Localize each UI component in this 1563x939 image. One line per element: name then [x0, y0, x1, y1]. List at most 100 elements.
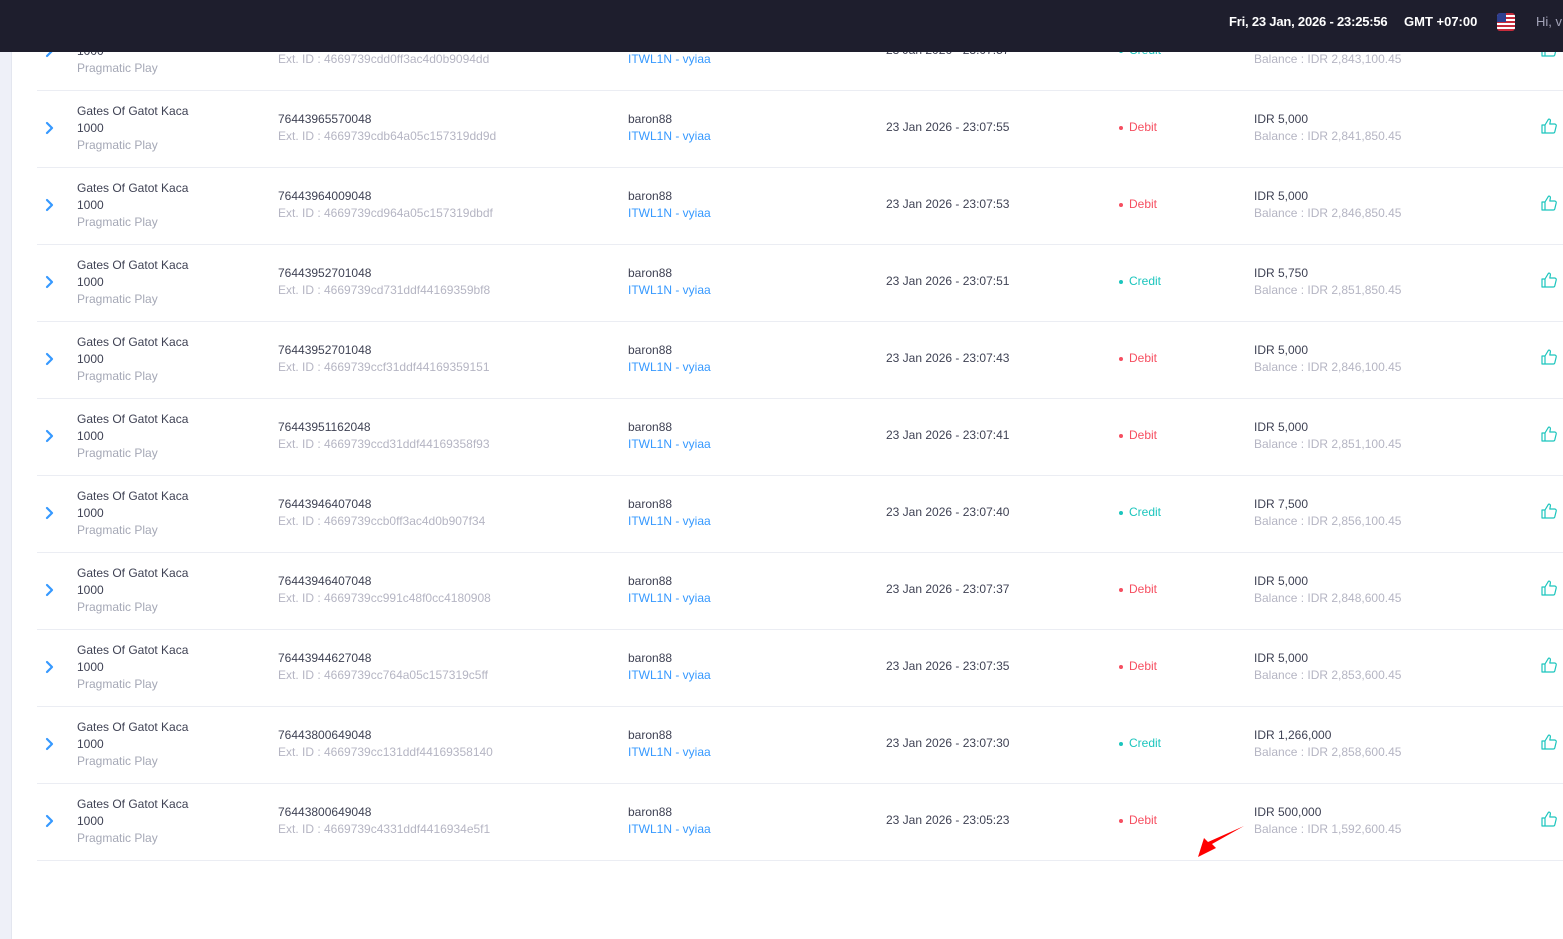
chevron-right-icon[interactable]	[44, 660, 56, 674]
amount-cell: IDR 5,000 Balance : IDR 2,846,850.45	[1254, 188, 1401, 222]
balance: Balance : IDR 2,848,600.45	[1254, 591, 1402, 605]
agent-link[interactable]: ITWL1N - vyiaa	[628, 436, 711, 453]
balance: Balance : IDR 2,841,850.45	[1254, 129, 1402, 143]
transaction-id: 76443944627048	[278, 651, 372, 665]
chevron-right-icon[interactable]	[44, 814, 56, 828]
thumbs-up-icon[interactable]	[1540, 733, 1558, 751]
table-row[interactable]: Gates Of Gatot Kaca 1000 Pragmatic Play …	[37, 475, 1563, 553]
amount: IDR 5,000	[1254, 189, 1309, 203]
agent-link[interactable]: ITWL1N - vyiaa	[628, 282, 711, 299]
transaction-id: 76443800649048	[278, 728, 372, 742]
user-cell: baron88 ITWL1N - vyiaa	[628, 342, 711, 376]
transaction-date: 23 Jan 2026 - 23:07:43	[886, 351, 1010, 365]
game-bet: 1000	[77, 429, 104, 443]
balance: Balance : IDR 1,592,600.45	[1254, 822, 1402, 836]
table-row[interactable]: Gates Of Gatot Kaca 1000 Pragmatic Play …	[37, 90, 1563, 168]
game-bet: 1000	[77, 275, 104, 289]
agent-link[interactable]: ITWL1N - vyiaa	[628, 205, 711, 222]
table-row[interactable]: Gates Of Gatot Kaca 1000 Pragmatic Play …	[37, 552, 1563, 630]
external-id: Ext. ID : 4669739cdd0ff3ac4d0b9094dd	[278, 52, 490, 66]
transaction-date: 23 Jan 2026 - 23:07:51	[886, 274, 1010, 288]
game-provider: Pragmatic Play	[77, 446, 158, 460]
thumbs-up-icon[interactable]	[1540, 348, 1558, 366]
table-row[interactable]: Gates Of Gatot Kaca 1000 Pragmatic Play …	[37, 321, 1563, 399]
agent-link[interactable]: ITWL1N - vyiaa	[628, 359, 711, 376]
transaction-id: 76443800649048	[278, 805, 372, 819]
type-label: Credit	[1129, 736, 1162, 750]
red-arrow-annotation	[1198, 826, 1244, 857]
thumbs-up-icon[interactable]	[1540, 425, 1558, 443]
amount: IDR 5,000	[1254, 651, 1309, 665]
amount: IDR 1,266,000	[1254, 728, 1332, 742]
transaction-id: 76443951162048	[278, 420, 371, 434]
game-bet: 1000	[77, 121, 104, 135]
status-dot	[1119, 818, 1123, 823]
table-row[interactable]: Gates Of Gatot Kaca 1000 Pragmatic Play …	[37, 244, 1563, 322]
status-dot	[1119, 741, 1123, 746]
chevron-right-icon[interactable]	[44, 275, 56, 289]
transaction-type: Debit	[1119, 428, 1157, 442]
game-provider: Pragmatic Play	[77, 292, 158, 306]
game-bet: 1000	[77, 660, 104, 674]
external-id: Ext. ID : 4669739cc131ddf44169358140	[278, 745, 493, 759]
chevron-right-icon[interactable]	[44, 506, 56, 520]
thumbs-up-icon[interactable]	[1540, 656, 1558, 674]
thumbs-up-icon[interactable]	[1540, 810, 1558, 828]
agent-link[interactable]: ITWL1N - vyiaa	[628, 513, 711, 530]
table-row[interactable]: Gates Of Gatot Kaca 1000 Pragmatic Play …	[37, 629, 1563, 707]
table-row[interactable]: Gates Of Gatot Kaca 1000 Pragmatic Play …	[37, 398, 1563, 476]
username: baron88	[628, 651, 673, 665]
balance: Balance : IDR 2,846,850.45	[1254, 206, 1402, 220]
user-greeting[interactable]: Hi, v	[1536, 14, 1562, 29]
username: baron88	[628, 420, 673, 434]
transaction-type: Debit	[1119, 659, 1157, 673]
transaction-cell: 76443946407048 Ext. ID : 4669739cc991c48…	[278, 573, 491, 607]
user-cell: baron88 ITWL1N - vyiaa	[628, 496, 711, 530]
transaction-date: 23 Jan 2026 - 23:05:23	[886, 813, 1010, 827]
us-flag-icon[interactable]	[1497, 13, 1515, 31]
game-name: Gates Of Gatot Kaca	[77, 797, 189, 811]
balance: Balance : IDR 2,856,100.45	[1254, 514, 1402, 528]
transaction-date: 23 Jan 2026 - 23:07:35	[886, 659, 1010, 673]
amount-cell: IDR 5,000 Balance : IDR 2,846,100.45	[1254, 342, 1401, 376]
transaction-type: Debit	[1119, 197, 1157, 211]
user-cell: baron88 ITWL1N - vyiaa	[628, 265, 711, 299]
chevron-right-icon[interactable]	[44, 737, 56, 751]
agent-link[interactable]: ITWL1N - vyiaa	[628, 128, 711, 145]
table-row[interactable]: Gates Of Gatot Kaca 1000 Pragmatic Play …	[37, 706, 1563, 784]
status-dot	[1119, 510, 1123, 515]
chevron-right-icon[interactable]	[44, 198, 56, 212]
game-cell: Gates Of Gatot Kaca 1000 Pragmatic Play	[77, 257, 188, 308]
table-row[interactable]: Gates Of Gatot Kaca 1000 Pragmatic Play …	[37, 167, 1563, 245]
thumbs-up-icon[interactable]	[1540, 579, 1558, 597]
external-id: Ext. ID : 4669739cd731ddf44169359bf8	[278, 283, 491, 297]
amount-cell: IDR 5,750 Balance : IDR 2,851,850.45	[1254, 265, 1401, 299]
agent-link[interactable]: ITWL1N - vyiaa	[628, 590, 711, 607]
chevron-right-icon[interactable]	[44, 121, 56, 135]
agent-link[interactable]: ITWL1N - vyiaa	[628, 744, 711, 761]
chevron-right-icon[interactable]	[44, 352, 56, 366]
user-cell: baron88 ITWL1N - vyiaa	[628, 188, 711, 222]
status-dot	[1119, 125, 1123, 130]
game-provider: Pragmatic Play	[77, 61, 158, 75]
chevron-right-icon[interactable]	[44, 429, 56, 443]
game-cell: Gates Of Gatot Kaca 1000 Pragmatic Play	[77, 334, 188, 385]
thumbs-up-icon[interactable]	[1540, 271, 1558, 289]
transaction-cell: 76443952701048 Ext. ID : 4669739ccf31ddf…	[278, 342, 490, 376]
game-provider: Pragmatic Play	[77, 138, 158, 152]
username: baron88	[628, 266, 673, 280]
agent-link[interactable]: ITWL1N - vyiaa	[628, 821, 711, 838]
thumbs-up-icon[interactable]	[1540, 502, 1558, 520]
type-label: Debit	[1129, 659, 1158, 673]
table-row[interactable]: Gates Of Gatot Kaca 1000 Pragmatic Play …	[37, 783, 1563, 861]
amount: IDR 5,000	[1254, 112, 1309, 126]
amount-cell: IDR 5,000 Balance : IDR 2,853,600.45	[1254, 650, 1401, 684]
external-id: Ext. ID : 4669739ccd31ddf44169358f93	[278, 437, 490, 451]
chevron-right-icon[interactable]	[44, 583, 56, 597]
thumbs-up-icon[interactable]	[1540, 117, 1558, 135]
agent-link[interactable]: ITWL1N - vyiaa	[628, 51, 711, 68]
status-dot	[1119, 356, 1123, 361]
game-bet: 1000	[77, 583, 104, 597]
agent-link[interactable]: ITWL1N - vyiaa	[628, 667, 711, 684]
thumbs-up-icon[interactable]	[1540, 194, 1558, 212]
